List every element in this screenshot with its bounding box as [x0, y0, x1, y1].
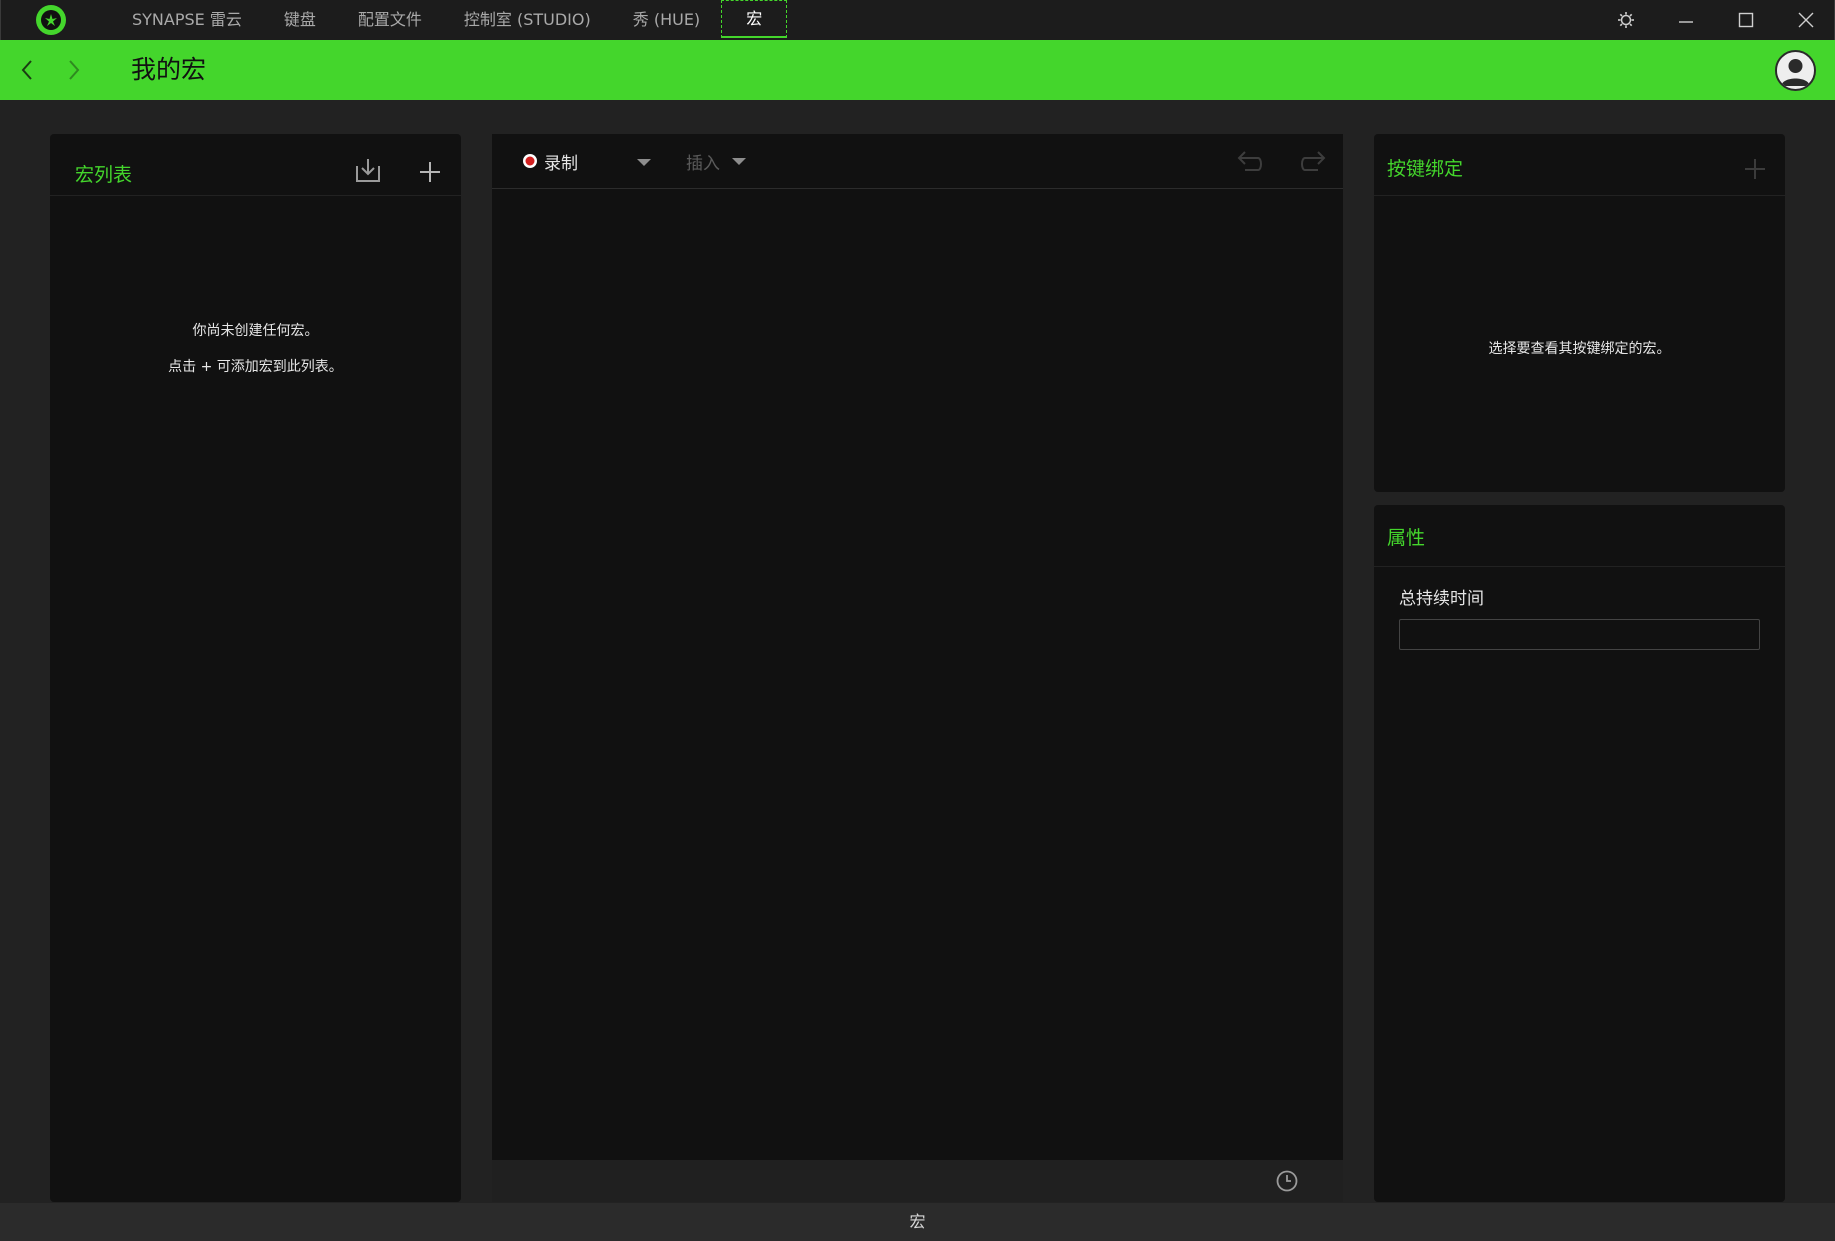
insert-label: 插入 — [686, 153, 720, 174]
undo-button[interactable] — [1232, 144, 1266, 178]
chevron-left-icon — [21, 60, 32, 80]
main-tabs: SYNAPSE 雷云 键盘 配置文件 控制室 (STUDIO) 秀 (HUE) … — [111, 0, 788, 40]
tab-studio[interactable]: 控制室 (STUDIO) — [443, 0, 612, 40]
razer-logo-icon[interactable] — [36, 5, 66, 35]
editor-footer-bar — [492, 1160, 1343, 1202]
key-binding-title: 按键绑定 — [1387, 158, 1464, 180]
page-title: 我的宏 — [131, 55, 207, 84]
key-binding-header: 按键绑定 — [1374, 134, 1785, 196]
import-button[interactable] — [350, 152, 386, 188]
insert-button[interactable]: 插入 — [686, 148, 746, 174]
plus-icon — [420, 162, 440, 182]
macro-list-title: 宏列表 — [75, 164, 133, 186]
status-bar: 宏 — [0, 1203, 1835, 1241]
total-duration-field[interactable] — [1399, 619, 1760, 650]
close-button[interactable] — [1776, 0, 1835, 40]
properties-title: 属性 — [1387, 527, 1426, 549]
undo-icon — [1237, 151, 1262, 171]
user-icon — [1781, 59, 1810, 86]
tab-synapse[interactable]: SYNAPSE 雷云 — [111, 0, 263, 40]
key-binding-panel: 按键绑定 选择要查看其按键绑定的宏。 — [1374, 134, 1785, 492]
tab-macro[interactable]: 宏 — [721, 0, 788, 38]
avatar[interactable] — [1775, 50, 1816, 91]
title-bar: SYNAPSE 雷云 键盘 配置文件 控制室 (STUDIO) 秀 (HUE) … — [0, 0, 1835, 40]
maximize-icon — [1738, 12, 1754, 28]
record-button[interactable]: 录制 — [522, 148, 578, 174]
tab-hue[interactable]: 秀 (HUE) — [612, 0, 721, 40]
minimize-icon — [1679, 21, 1693, 23]
maximize-button[interactable] — [1716, 0, 1776, 40]
macro-list-header: 宏列表 — [50, 134, 461, 196]
editor-toolbar: 录制 插入 — [492, 134, 1343, 189]
macro-editor: 录制 插入 — [492, 134, 1343, 1160]
redo-icon — [1301, 151, 1326, 171]
forward-button[interactable] — [54, 50, 94, 90]
key-binding-empty-message: 选择要查看其按键绑定的宏。 — [1488, 341, 1671, 357]
close-icon — [1798, 12, 1814, 28]
tab-keyboard[interactable]: 键盘 — [263, 0, 337, 40]
empty-list-message: 你尚未创建任何宏。 — [192, 323, 319, 339]
properties-header: 属性 — [1374, 505, 1785, 567]
tab-profiles[interactable]: 配置文件 — [337, 0, 443, 40]
timing-button[interactable] — [1274, 1168, 1300, 1194]
redo-button[interactable] — [1297, 144, 1331, 178]
caret-down-icon — [637, 159, 651, 166]
add-macro-button[interactable] — [412, 154, 448, 190]
properties-panel: 属性 总持续时间 — [1374, 505, 1785, 1202]
add-binding-button[interactable] — [1740, 154, 1770, 184]
import-icon — [356, 159, 380, 182]
back-button[interactable] — [7, 50, 47, 90]
settings-button[interactable] — [1596, 0, 1656, 40]
minimize-button[interactable] — [1656, 0, 1716, 40]
clock-icon — [1276, 1170, 1298, 1192]
record-options-dropdown[interactable] — [630, 148, 658, 176]
page-header: 我的宏 — [0, 40, 1835, 100]
plus-icon — [1745, 159, 1765, 179]
macro-list-panel: 宏列表 你尚未创建任何宏。 点击 + 可添加宏到此列表。 — [50, 134, 461, 1202]
chevron-right-icon — [69, 60, 80, 80]
total-duration-label: 总持续时间 — [1399, 589, 1484, 609]
settings-icon — [1618, 12, 1634, 28]
empty-list-hint: 点击 + 可添加宏到此列表。 — [168, 359, 343, 375]
caret-down-icon — [732, 158, 746, 165]
record-icon — [523, 154, 537, 168]
record-label: 录制 — [544, 153, 578, 174]
